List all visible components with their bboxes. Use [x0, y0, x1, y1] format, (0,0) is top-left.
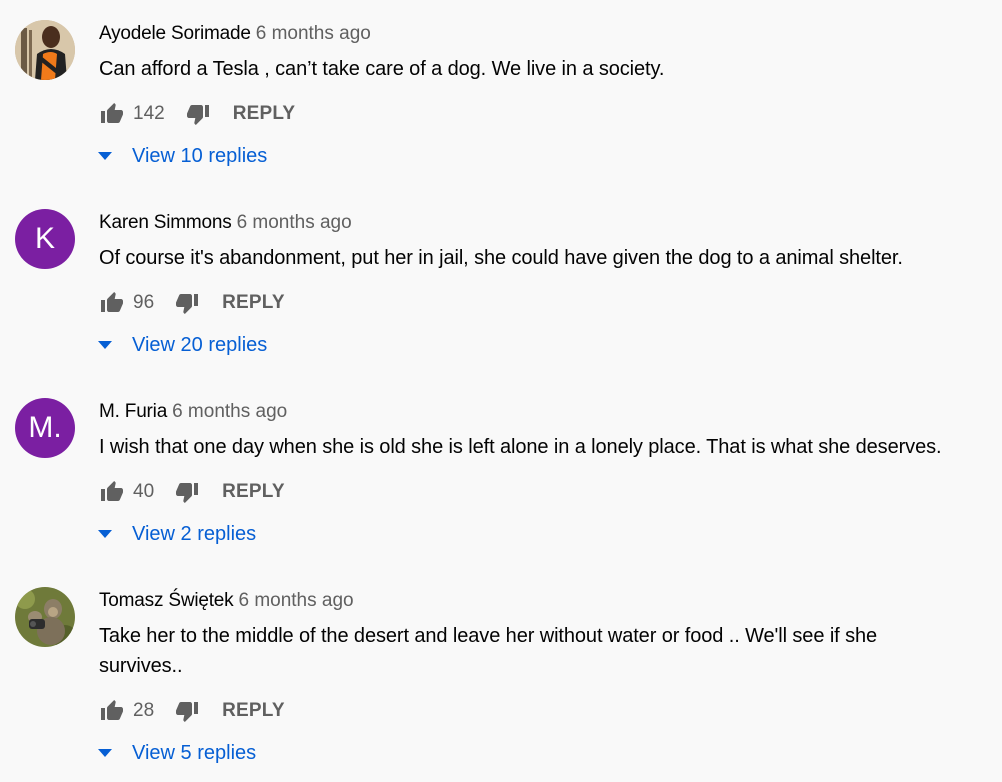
comment-text: Of course it's abandonment, put her in j… [99, 247, 903, 269]
dislike-button[interactable] [174, 698, 200, 724]
timestamp[interactable]: 6 months ago [256, 23, 371, 44]
avatar[interactable]: K [15, 209, 75, 269]
reply-button[interactable]: REPLY [222, 481, 285, 503]
like-count: 40 [133, 481, 155, 502]
like-button[interactable] [99, 101, 125, 127]
thumb-up-icon [101, 103, 123, 123]
dislike-button[interactable] [185, 101, 211, 127]
author-name[interactable]: Karen Simmons [99, 212, 232, 233]
monkey-photo-icon [15, 587, 75, 647]
view-replies-label: View 20 replies [132, 333, 268, 356]
like-button[interactable] [99, 698, 125, 724]
reply-button[interactable]: REPLY [233, 103, 296, 125]
like-count: 28 [133, 700, 155, 721]
avatar[interactable] [15, 587, 75, 647]
view-replies-button[interactable]: View 20 replies [96, 330, 267, 360]
thumb-down-icon [176, 702, 199, 722]
view-replies-label: View 5 replies [132, 741, 257, 764]
timestamp[interactable]: 6 months ago [238, 590, 353, 611]
like-button[interactable] [99, 479, 125, 505]
avatar[interactable] [15, 20, 75, 80]
thumb-down-icon [186, 105, 209, 125]
comment-text: Can afford a Tesla , can’t take care of … [99, 58, 665, 80]
view-replies-label: View 2 replies [132, 522, 257, 545]
avatar-letter: M. [28, 411, 62, 444]
person-photo-icon [15, 20, 75, 80]
view-replies-label: View 10 replies [132, 144, 268, 167]
comment-text: I wish that one day when she is old she … [99, 436, 942, 458]
timestamp[interactable]: 6 months ago [237, 212, 352, 233]
like-button[interactable] [99, 290, 125, 316]
avatar[interactable]: M. [15, 398, 75, 458]
comment-text: Take her to the middle of the desert and… [99, 625, 878, 677]
caret-down-icon [96, 744, 114, 762]
thumb-up-icon [101, 481, 123, 501]
caret-down-icon [96, 336, 114, 354]
author-name[interactable]: M. Furia [99, 401, 167, 422]
thumb-up-icon [101, 292, 123, 312]
dislike-button[interactable] [174, 290, 200, 316]
like-count: 142 [133, 103, 165, 124]
view-replies-button[interactable]: View 10 replies [96, 141, 267, 171]
author-name[interactable]: Tomasz Świętek [99, 590, 234, 611]
like-count: 96 [133, 292, 155, 313]
thumb-down-icon [176, 483, 199, 503]
caret-down-icon [96, 525, 114, 543]
view-replies-button[interactable]: View 5 replies [96, 738, 256, 768]
caret-down-icon [96, 147, 114, 165]
thumb-down-icon [176, 294, 199, 314]
reply-button[interactable]: REPLY [222, 292, 285, 314]
reply-button[interactable]: REPLY [222, 700, 285, 722]
dislike-button[interactable] [174, 479, 200, 505]
view-replies-button[interactable]: View 2 replies [96, 519, 256, 549]
thumb-up-icon [101, 700, 123, 720]
timestamp[interactable]: 6 months ago [172, 401, 287, 422]
author-name[interactable]: Ayodele Sorimade [99, 23, 251, 44]
avatar-letter: K [34, 222, 55, 255]
